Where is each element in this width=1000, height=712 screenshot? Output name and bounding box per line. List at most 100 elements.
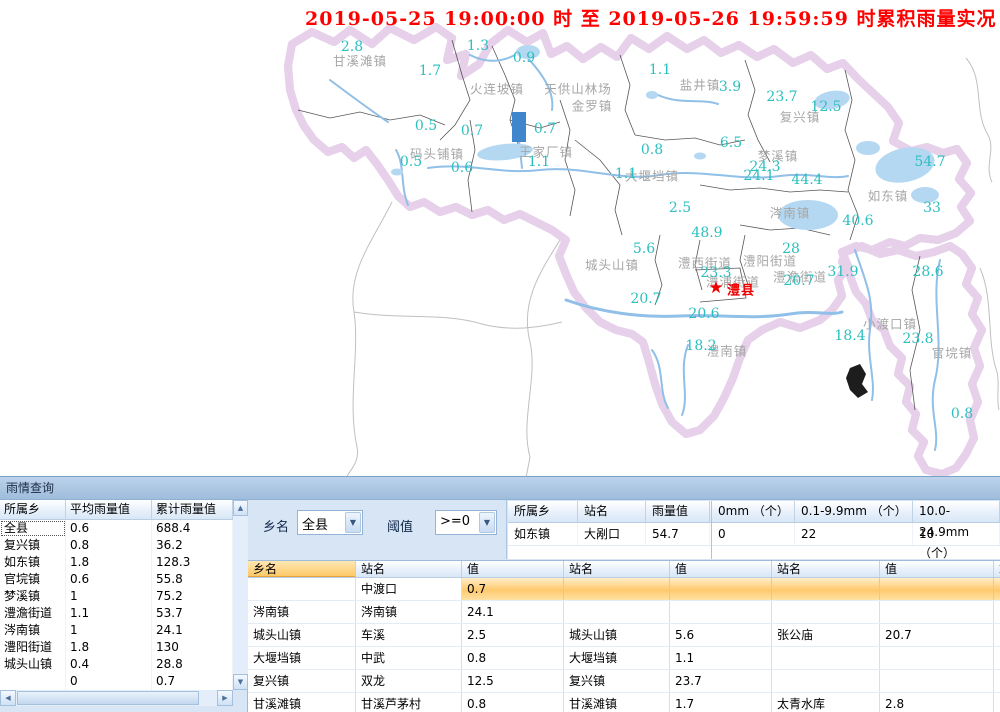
rain-value: 1.1 xyxy=(615,166,637,182)
rain-value: 0.8 xyxy=(641,142,663,158)
stats-values-row: 02210 xyxy=(712,523,1000,546)
rain-value: 0.5 xyxy=(415,118,437,134)
column-header[interactable]: 站名 xyxy=(564,561,670,577)
column-header[interactable]: 累计雨量值 xyxy=(152,500,233,519)
table-row[interactable]: 涔南镇124.1 xyxy=(0,622,233,639)
table-cell: 75.2 xyxy=(152,588,233,605)
vertical-scrollbar[interactable]: ▲ ▼ xyxy=(233,500,248,690)
table-cell: 12.5 xyxy=(462,670,564,692)
column-header[interactable]: 值 xyxy=(670,561,772,577)
town-label: 如东镇 xyxy=(868,186,909,205)
summary-table: 所属乡平均雨量值累计雨量值 全县0.6688.4复兴镇0.836.2如东镇1.8… xyxy=(0,500,248,712)
column-header[interactable]: 平均雨量值 xyxy=(66,500,152,519)
scroll-left-icon[interactable]: ◀ xyxy=(0,690,16,706)
column-header[interactable]: 所属乡 xyxy=(508,501,578,522)
column-header[interactable]: 乡名 xyxy=(248,561,356,577)
table-cell: 涔南镇 xyxy=(356,601,462,623)
table-cell: 24.1 xyxy=(462,601,564,623)
table-cell xyxy=(248,578,356,600)
table-cell xyxy=(994,670,1000,692)
summary-grid: 所属乡平均雨量值累计雨量值 全县0.6688.4复兴镇0.836.2如东镇1.8… xyxy=(0,500,233,690)
rain-value: 3.9 xyxy=(719,79,741,95)
table-cell: 1 xyxy=(66,622,152,639)
table-row[interactable]: 澧阳街道1.8130 xyxy=(0,639,233,656)
table-cell: 城头山镇 xyxy=(564,624,670,646)
column-header[interactable]: 所属乡 xyxy=(0,500,66,519)
table-cell: 23.7 xyxy=(670,670,772,692)
town-label: 小渡口镇 xyxy=(863,314,917,333)
table-cell: 大堰垱镇 xyxy=(564,647,670,669)
scroll-down-icon[interactable]: ▼ xyxy=(233,674,248,690)
table-row[interactable]: 涔南镇涔南镇24.1 xyxy=(248,601,1000,624)
town-label: 金罗镇 xyxy=(572,96,613,115)
table-cell: 22 xyxy=(795,523,913,545)
table-row[interactable]: 00.7 xyxy=(0,673,233,690)
table-row[interactable]: 复兴镇0.836.2 xyxy=(0,537,233,554)
table-row[interactable]: 官垸镇0.655.8 xyxy=(0,571,233,588)
table-cell: 城头山镇 xyxy=(0,656,66,673)
scroll-right-icon[interactable]: ▶ xyxy=(217,690,233,706)
table-row[interactable]: 全县0.6688.4 xyxy=(0,520,233,537)
column-header[interactable]: 值 xyxy=(880,561,994,577)
table-cell: 0.4 xyxy=(66,656,152,673)
table-cell: 中武 xyxy=(356,647,462,669)
column-header[interactable]: 站名 xyxy=(578,501,646,522)
township-select[interactable]: 全县 ▼ xyxy=(297,510,363,535)
table-cell xyxy=(670,601,772,623)
table-row[interactable]: 城头山镇车溪2.5城头山镇5.6张公庙20.7 xyxy=(248,624,1000,647)
table-cell: 36.2 xyxy=(152,537,233,554)
horizontal-scrollbar[interactable]: ◀ ▶ xyxy=(0,690,233,706)
table-cell: 城头山镇 xyxy=(248,624,356,646)
table-cell: 55.8 xyxy=(152,571,233,588)
table-cell xyxy=(994,693,1000,712)
table-row[interactable]: 大堰垱镇中武0.8大堰垱镇1.1 xyxy=(248,647,1000,670)
table-row[interactable]: 中渡口0.7 xyxy=(248,578,1000,601)
table-cell: 1.1 xyxy=(66,605,152,622)
table-cell xyxy=(880,647,994,669)
rain-value: 44.4 xyxy=(791,172,822,188)
rain-value: 0.9 xyxy=(513,50,535,66)
threshold-select[interactable]: >=0 ▼ xyxy=(435,510,497,535)
detail-table-header: 乡名站名值站名值站名值站名 xyxy=(248,561,1000,578)
rain-value: 5.6 xyxy=(633,241,655,257)
table-row[interactable]: 澧澹街道1.153.7 xyxy=(0,605,233,622)
column-header[interactable]: 站名 xyxy=(994,561,1000,577)
chevron-down-icon[interactable]: ▼ xyxy=(345,512,361,533)
rain-value: 40.6 xyxy=(842,213,873,229)
table-row[interactable]: 复兴镇双龙12.5复兴镇23.7 xyxy=(248,670,1000,693)
township-select-value: 全县 xyxy=(302,514,328,533)
town-label: 盐井镇 xyxy=(680,75,721,94)
table-cell: 复兴镇 xyxy=(0,537,66,554)
scrollbar-thumb[interactable] xyxy=(17,691,199,705)
column-header[interactable]: 雨量值 xyxy=(646,501,710,522)
table-cell: 中渡口 xyxy=(356,578,462,600)
table-cell: 1 xyxy=(66,588,152,605)
table-row[interactable]: 城头山镇0.428.8 xyxy=(0,656,233,673)
column-header[interactable]: 站名 xyxy=(356,561,462,577)
summary-table-header: 所属乡平均雨量值累计雨量值 xyxy=(0,500,233,520)
table-cell: 0.8 xyxy=(462,647,564,669)
rain-value: 24.1 xyxy=(743,168,774,184)
column-header[interactable]: 10.0-24.9mm （个） xyxy=(913,501,1000,522)
table-cell: 复兴镇 xyxy=(564,670,670,692)
table-row[interactable]: 如东镇大剐口54.7 xyxy=(508,523,711,546)
column-header[interactable]: 值 xyxy=(462,561,564,577)
table-row[interactable]: 如东镇1.8128.3 xyxy=(0,554,233,571)
table-cell: 复兴镇 xyxy=(248,670,356,692)
summary-table-body: 全县0.6688.4复兴镇0.836.2如东镇1.8128.3官垸镇0.655.… xyxy=(0,520,233,690)
column-header[interactable]: 0mm （个） xyxy=(712,501,795,522)
table-cell: 澧阳街道 xyxy=(0,639,66,656)
table-row[interactable]: 甘溪滩镇甘溪芦茅村0.8甘溪滩镇1.7太青水库2.8 xyxy=(248,693,1000,712)
table-row[interactable]: 梦溪镇175.2 xyxy=(0,588,233,605)
table-cell: 0.6 xyxy=(66,520,152,537)
table-cell: 128.3 xyxy=(152,554,233,571)
chevron-down-icon[interactable]: ▼ xyxy=(479,512,495,533)
column-header[interactable]: 站名 xyxy=(772,561,880,577)
map-overlay: 甘溪滩镇火连坡镇天供山林场金罗镇盐井镇复兴镇码头铺镇王家厂镇大堰垱镇梦溪镇涔南镇… xyxy=(0,0,1000,476)
table-cell: 涔南镇 xyxy=(0,622,66,639)
rainfall-map: 2019-05-25 19:00:00 时 至 2019-05-26 19:59… xyxy=(0,0,1000,476)
table-cell: 太青水库 xyxy=(772,693,880,712)
column-header[interactable]: 0.1-9.9mm （个） xyxy=(795,501,913,522)
scroll-up-icon[interactable]: ▲ xyxy=(233,500,248,516)
table-cell: 如东镇 xyxy=(508,523,578,545)
